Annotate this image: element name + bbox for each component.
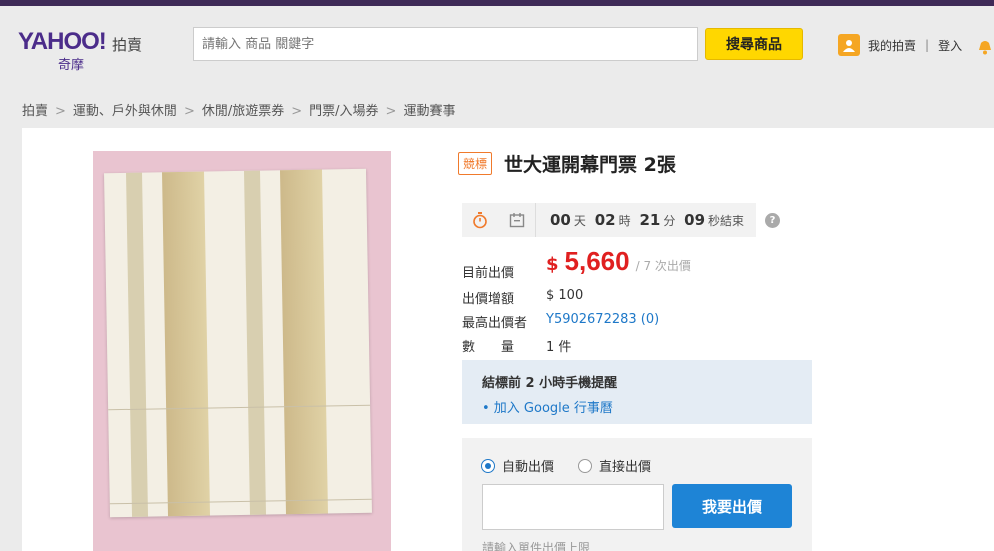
google-calendar-link[interactable]: • 加入 Google 行事曆: [482, 397, 792, 416]
bid-amount-input[interactable]: [482, 484, 664, 530]
ticket-perforation: [108, 404, 371, 411]
stopwatch-icon: [473, 212, 488, 229]
timer-seconds-unit: 秒結束: [708, 214, 745, 228]
bid-box: 自動出價 直接出價 我要出價 請輸入單件出價上限: [462, 438, 812, 551]
search-input[interactable]: [193, 27, 698, 61]
login-link[interactable]: 登入: [938, 37, 962, 54]
yahoo-auction-logo[interactable]: YAHOO! 奇摩 拍賣: [18, 28, 142, 73]
quantity-value: 1 件: [546, 340, 572, 355]
bid-count-link[interactable]: / 7 次出價: [636, 257, 691, 274]
timer-days-unit: 天: [573, 214, 586, 228]
current-price-label: 目前出價: [462, 266, 515, 281]
header-separator: |: [925, 38, 930, 52]
direct-bid-label[interactable]: 直接出價: [599, 456, 651, 475]
quantity-label: 數 量: [462, 340, 515, 355]
breadcrumb-separator: >: [385, 104, 397, 119]
top-bidder-label: 最高出價者: [462, 316, 528, 331]
calendar-icon: [509, 213, 524, 228]
countdown-timer: 00 天 02 時 21 分 09 秒結束: [462, 203, 756, 237]
ticket-band: [162, 171, 211, 517]
product-title: 世大運開幕門票 2張: [504, 154, 676, 176]
reminder-title: 結標前 2 小時手機提醒: [482, 376, 618, 391]
bid-mode-options: 自動出價 直接出價: [481, 456, 651, 475]
quantity-row: 數 量 1 件: [462, 336, 571, 355]
timer-days: 00: [550, 211, 571, 229]
breadcrumb-item[interactable]: 休閒/旅遊票券: [202, 104, 284, 119]
logo-sub: 奇摩: [58, 58, 85, 73]
ticket-image: [104, 168, 372, 518]
timer-hours: 02: [594, 211, 616, 229]
timer-seconds: 09: [684, 211, 706, 229]
product-photo[interactable]: [93, 151, 391, 551]
breadcrumb-item[interactable]: 運動、戶外與休閒: [73, 104, 177, 119]
top-bidder-row: 最高出價者 Y5902672283 (0): [462, 312, 659, 331]
ticket-perforation: [109, 498, 372, 505]
increment-label: 出價增額: [462, 292, 515, 307]
ticket-band: [279, 169, 328, 515]
price-currency: $: [546, 254, 559, 275]
user-avatar-icon[interactable]: [838, 34, 860, 56]
breadcrumb-item[interactable]: 運動賽事: [403, 104, 455, 119]
bell-icon[interactable]: [976, 38, 994, 56]
mobile-reminder-box: 結標前 2 小時手機提醒 • 加入 Google 行事曆: [462, 360, 812, 424]
logo-auction: 拍賣: [112, 36, 143, 54]
bid-hint: 請輸入單件出價上限: [482, 541, 591, 551]
ticket-stub: [126, 172, 149, 517]
top-bidder-link[interactable]: Y5902672283 (0): [546, 312, 659, 327]
timer-minutes-unit: 分: [663, 214, 676, 228]
timer-minutes: 21: [639, 211, 661, 229]
auction-badge: 競標: [458, 152, 493, 175]
breadcrumb-separator: >: [183, 104, 195, 119]
timer-text: 00 天 02 時 21 分 09 秒結束: [536, 211, 749, 229]
timer-icons: [462, 203, 536, 237]
timer-hours-unit: 時: [618, 214, 631, 228]
auto-bid-label[interactable]: 自動出價: [502, 456, 554, 475]
breadcrumb-item[interactable]: 拍賣: [22, 104, 48, 119]
ticket-stub: [243, 170, 266, 515]
increment-value: $ 100: [546, 288, 584, 303]
breadcrumb-item[interactable]: 門票/入場券: [309, 104, 378, 119]
user-area: 我的拍賣 | 登入: [838, 34, 962, 56]
logo-main: YAHOO!: [18, 28, 107, 55]
breadcrumb-separator: >: [291, 104, 303, 119]
my-auction-link[interactable]: 我的拍賣: [868, 37, 916, 54]
breadcrumb-separator: >: [55, 104, 66, 119]
increment-row: 出價增額 $ 100: [462, 288, 583, 307]
help-icon[interactable]: ?: [765, 213, 780, 228]
breadcrumb: 拍賣 > 運動、戶外與休閒 > 休閒/旅遊票券 > 門票/入場券 > 運動賽事: [22, 100, 455, 119]
auto-bid-radio[interactable]: [481, 458, 495, 473]
direct-bid-radio[interactable]: [578, 458, 593, 473]
price-amount: 5,660: [564, 246, 630, 276]
search-button[interactable]: 搜尋商品: [705, 28, 803, 60]
current-price: $ 5,660 / 7 次出價: [546, 246, 691, 277]
title-row: 競標 世大運開幕門票 2張: [458, 150, 676, 177]
place-bid-button[interactable]: 我要出價: [672, 484, 792, 528]
